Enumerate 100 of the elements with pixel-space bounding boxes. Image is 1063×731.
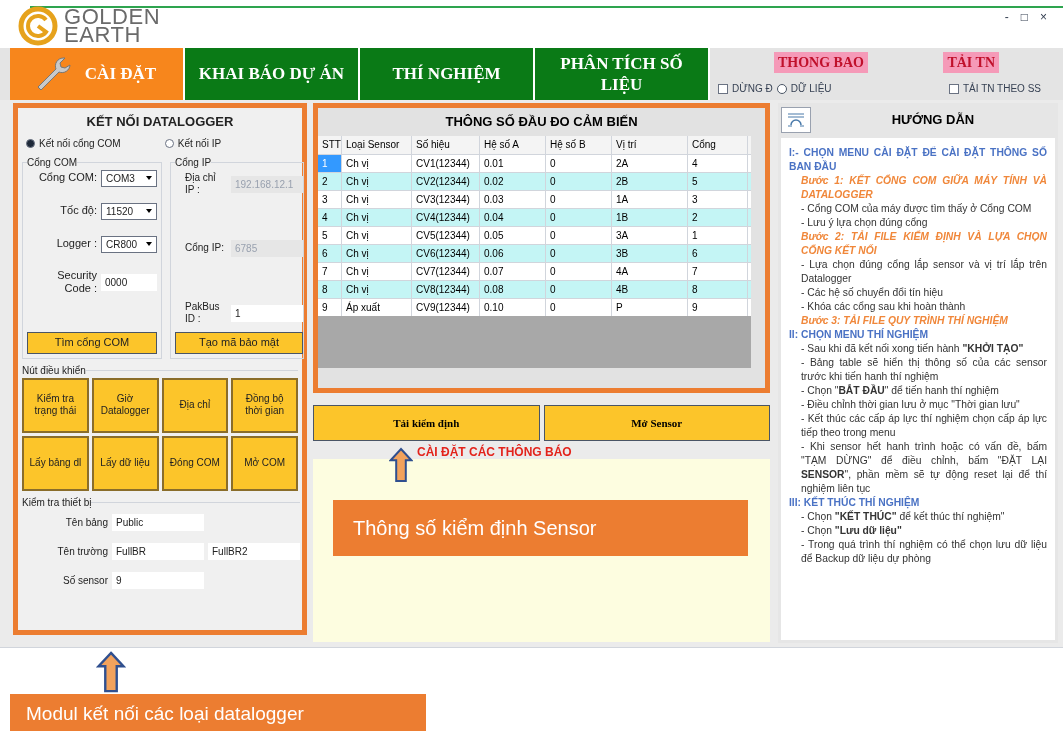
column-header[interactable]: Vị trí [612,135,688,154]
table-cell: Ch vị [342,226,412,244]
guide-text: - Lựa chọn đúng cổng lắp sensor và vị trí lắp trên Datalogger [800,258,1047,286]
column-header[interactable]: Loại Sensor [342,135,412,154]
table-cell: 5 [318,226,342,244]
panel-title: THÔNG SỐ ĐẦU ĐO CẢM BIẾN [444,113,639,131]
tab[interactable]: PHÂN TÍCH SỐ LIỆU [535,48,710,100]
checkbox-label: DỪNG Đ [732,81,773,96]
table-cell: 4B [612,280,688,298]
table-cell: 0 [546,226,612,244]
group-title: Kiểm tra thiết bị [22,495,92,510]
control-button[interactable]: Đồng bộ thời gian [231,377,298,433]
table-cell: 0.04 [480,208,546,226]
column-header[interactable]: STT [318,135,342,154]
table-cell: 0.05 [480,226,546,244]
guide-text: Bước 3: TẢI FILE QUY TRÌNH THÍ NGHIỆM [800,314,1009,328]
input-field[interactable]: 1 [231,304,303,322]
table-cell: 1 [318,154,342,172]
table-cell: 6 [688,244,748,262]
table-cell: CV1(12344) [412,154,480,172]
guide-text: Bước 1: KẾT CỔNG COM GIỮA MÁY TÍNH VÀ DATALOGGER [800,174,1047,202]
table-cell: 0.06 [480,244,546,262]
input-field[interactable]: FullBR [112,542,204,560]
table-cell: 9 [318,298,342,316]
table-cell: CV8(12344) [412,280,480,298]
guide-text: - Lưu ý lựa chọn đúng cổng [800,216,929,230]
control-button[interactable]: Lấy dữ liệu [91,435,159,491]
guide-text: III: KẾT THÚC THÍ NGHIỆM [789,496,921,510]
logo-text: EARTH [64,26,141,44]
table-cell: 0 [546,280,612,298]
guide-text: Bước 2: TẢI FILE KIỂM ĐỊNH VÀ LỰA CHỌN CỔNG KẾT NỐI [800,230,1047,258]
input-field[interactable]: FullBR2 [208,542,300,560]
field-label: Cổng IP: [184,242,225,255]
table-cell: CV9(12344) [412,298,480,316]
window-control[interactable]: - [1004,8,1009,26]
annotation-caption: CÀI ĐẶT CÁC THÔNG BÁO [417,443,572,461]
table-cell: 3B [612,244,688,262]
table-cell: 0 [546,244,612,262]
control-button[interactable]: Địa chỉ [161,377,229,433]
table-cell: 1B [612,208,688,226]
table-cell: 1 [688,226,748,244]
table-cell: Áp xuất [342,298,412,316]
table-cell: 3A [612,226,688,244]
column-header[interactable]: Hệ số B [546,135,612,154]
sensor-button[interactable]: Tải kiểm định [313,405,540,441]
table-cell: 0 [546,262,612,280]
control-button[interactable]: Mở COM [231,435,298,491]
sensor-button[interactable]: Mở Sensor [543,405,770,441]
input-field[interactable]: 9 [112,571,204,589]
table-cell: Ch vị [342,208,412,226]
table-cell: 0.01 [480,154,546,172]
guide-text: II: CHỌN MENU THÍ NGHIỆM [789,328,929,342]
table-cell: 0.07 [480,262,546,280]
table-cell: 0 [546,208,612,226]
table-cell: 7 [688,262,748,280]
table-cell: 2B [612,172,688,190]
security-code-button[interactable]: Tạo mã bảo mật [175,331,303,354]
control-button[interactable]: Giờ Datalogger [91,377,159,433]
table-cell: 0 [546,172,612,190]
control-button[interactable]: Kiểm tra trạng thái [22,377,89,433]
field-label: Số sensor [61,573,108,588]
column-header[interactable]: Số hiệu [412,135,480,154]
table-cell: CV3(12344) [412,190,480,208]
guide-text: - Bảng table sẽ hiển thị thông số của các sensor trước khi tiến hanh thí nghiệm [800,356,1047,384]
table-cell: 2 [688,208,748,226]
input-field[interactable]: Public [112,513,204,531]
tab[interactable]: THÍ NGHIỆM [360,48,535,100]
panel-title: KẾT NỐI DATALOGGER [85,113,235,131]
field-label: Địa chỉ IP : [184,171,217,197]
control-button[interactable]: Đóng COM [161,435,229,491]
guide-text: - Sau khi đã kết nối xong tiến hành "KHỞI TẠO" [800,342,1025,356]
radio-label: Kết nối IP [177,136,222,151]
dropdown[interactable]: CR800 [101,235,157,253]
checkbox-label: DỮ LIỆU [790,81,832,96]
find-com-button[interactable]: Tìm cổng COM [27,331,157,354]
window-control[interactable]: □ [1020,8,1028,26]
dropdown[interactable]: COM3 [101,169,157,187]
radio-label: Kết nối cổng COM [39,136,121,151]
control-button[interactable]: Lấy bảng dl [22,435,89,491]
table-cell: 4 [688,154,748,172]
guide-text: - Khi sensor hết hanh trình hoặc có vấn đề, bấm "TẠM DỪNG" để điều chỉnh, bấm "ĐẶT LẠI SENSOR", phần mềm sẽ tự động reset lại để thí nghiệm liên tục [800,440,1047,496]
table-cell: CV7(12344) [412,262,480,280]
table-cell: 0.02 [480,172,546,190]
dropdown[interactable]: 11520 [101,202,157,220]
guide-text: I:- CHỌN MENU CÀI ĐẶT ĐỂ CÀI ĐẶT THÔNG SỐ BAN ĐẦU [789,146,1047,174]
module-callout: Modul kết nối các loại datalogger [10,694,426,731]
table-cell: P [612,298,688,316]
table-cell: 6 [318,244,342,262]
table-cell: 0.03 [480,190,546,208]
logo-text: GOLDEN [64,8,161,26]
table-cell: Ch vị [342,190,412,208]
column-header[interactable]: Hệ số A [480,135,546,154]
input-field[interactable]: 0000 [101,273,157,291]
table-cell: 3 [688,190,748,208]
column-header[interactable]: Cổng [688,135,748,154]
sensor-callout: Thông số kiểm định Sensor [333,500,748,556]
tab[interactable]: KHAI BÁO DỰ ÁN [185,48,360,100]
table-cell: 2A [612,154,688,172]
guide-text: - Điều chỉnh thời gian lưu ở mục "Thời gian lưu" [800,398,1021,412]
window-control[interactable]: × [1040,8,1047,26]
